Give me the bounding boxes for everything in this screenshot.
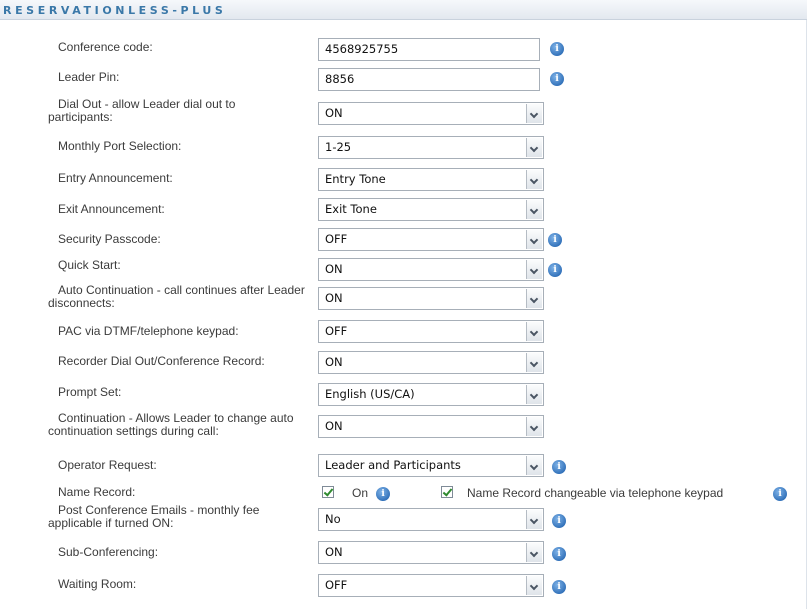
name-record-on-checkbox[interactable] <box>322 486 334 498</box>
entry-announcement-select[interactable]: Entry Tone <box>318 168 544 191</box>
post-conference-emails-label: Post Conference Emails - monthly fee app… <box>48 503 260 530</box>
exit-announcement-select[interactable]: Exit Tone <box>318 198 544 221</box>
name-record-keypad-checkbox[interactable] <box>441 486 453 498</box>
chevron-down-icon[interactable] <box>526 260 542 279</box>
prompt-set-select[interactable]: English (US/CA) <box>318 383 544 406</box>
info-icon[interactable]: i <box>550 72 564 86</box>
auto-continuation-select[interactable]: ON <box>318 287 544 310</box>
post-conference-emails-select[interactable]: No <box>318 508 544 531</box>
recorder-dial-out-select[interactable]: ON <box>318 351 544 374</box>
quick-start-label: Quick Start: <box>58 258 121 272</box>
quick-start-select[interactable]: ON <box>318 258 544 281</box>
name-record-keypad-label: Name Record changeable via telephone key… <box>467 486 724 500</box>
waiting-room-select[interactable]: OFF <box>318 574 544 597</box>
pac-dtmf-value: OFF <box>325 324 348 338</box>
entry-announcement-value: Entry Tone <box>325 172 386 186</box>
auto-continuation-label: Auto Continuation - call continues after… <box>48 283 305 310</box>
info-icon[interactable]: i <box>552 547 566 561</box>
chevron-down-icon[interactable] <box>526 543 542 562</box>
prompt-set-value: English (US/CA) <box>325 387 415 401</box>
sub-conferencing-select[interactable]: ON <box>318 541 544 564</box>
exit-announcement-value: Exit Tone <box>325 202 377 216</box>
security-passcode-value: OFF <box>325 232 348 246</box>
info-icon[interactable]: i <box>773 487 787 501</box>
name-record-label: Name Record: <box>58 485 136 499</box>
continuation-select[interactable]: ON <box>318 415 544 438</box>
section-header: RESERVATIONLESS-PLUS <box>0 0 807 20</box>
security-passcode-select[interactable]: OFF <box>318 228 544 251</box>
operator-request-label: Operator Request: <box>58 458 157 472</box>
continuation-value: ON <box>325 419 343 433</box>
leader-pin-label: Leader Pin: <box>58 70 120 84</box>
monthly-port-value: 1-25 <box>325 140 352 154</box>
conference-code-field[interactable]: 4568925755 <box>318 38 540 61</box>
name-record-on-label: On <box>352 486 369 500</box>
quick-start-value: ON <box>325 262 343 276</box>
chevron-down-icon[interactable] <box>526 510 542 529</box>
info-icon[interactable]: i <box>552 580 566 594</box>
sub-conferencing-value: ON <box>325 545 343 559</box>
chevron-down-icon[interactable] <box>526 200 542 219</box>
chevron-down-icon[interactable] <box>526 104 542 123</box>
waiting-room-value: OFF <box>325 578 348 592</box>
monthly-port-label: Monthly Port Selection: <box>58 139 182 153</box>
auto-continuation-value: ON <box>325 291 343 305</box>
info-icon[interactable]: i <box>376 487 390 501</box>
operator-request-select[interactable]: Leader and Participants <box>318 454 544 477</box>
leader-pin-field[interactable]: 8856 <box>318 68 540 91</box>
chevron-down-icon[interactable] <box>526 170 542 189</box>
chevron-down-icon[interactable] <box>526 322 542 341</box>
chevron-down-icon[interactable] <box>526 576 542 595</box>
chevron-down-icon[interactable] <box>526 230 542 249</box>
info-icon[interactable]: i <box>548 263 562 277</box>
chevron-down-icon[interactable] <box>526 289 542 308</box>
sub-conferencing-label: Sub-Conferencing: <box>58 545 159 559</box>
info-icon[interactable]: i <box>550 42 564 56</box>
monthly-port-select[interactable]: 1-25 <box>318 136 544 159</box>
info-icon[interactable]: i <box>552 460 566 474</box>
post-conference-emails-value: No <box>325 512 341 526</box>
chevron-down-icon[interactable] <box>526 417 542 436</box>
dial-out-select[interactable]: ON <box>318 102 544 125</box>
info-icon[interactable]: i <box>548 233 562 247</box>
conference-code-label: Conference code: <box>58 40 153 54</box>
form-panel: Conference code: 4568925755 i Leader Pin… <box>0 20 807 609</box>
pac-dtmf-label: PAC via DTMF/telephone keypad: <box>58 324 239 338</box>
recorder-dial-out-value: ON <box>325 355 343 369</box>
waiting-room-label: Waiting Room: <box>58 577 137 591</box>
security-passcode-label: Security Passcode: <box>58 232 161 246</box>
section-title: RESERVATIONLESS-PLUS <box>3 4 227 17</box>
chevron-down-icon[interactable] <box>526 353 542 372</box>
chevron-down-icon[interactable] <box>526 385 542 404</box>
prompt-set-label: Prompt Set: <box>58 385 122 399</box>
pac-dtmf-select[interactable]: OFF <box>318 320 544 343</box>
chevron-down-icon[interactable] <box>526 456 542 475</box>
chevron-down-icon[interactable] <box>526 138 542 157</box>
entry-announcement-label: Entry Announcement: <box>58 171 173 185</box>
continuation-label: Continuation - Allows Leader to change a… <box>48 411 294 438</box>
info-icon[interactable]: i <box>552 514 566 528</box>
operator-request-value: Leader and Participants <box>325 458 461 472</box>
dial-out-label: Dial Out - allow Leader dial out to part… <box>48 97 236 124</box>
exit-announcement-label: Exit Announcement: <box>58 202 165 216</box>
recorder-dial-out-label: Recorder Dial Out/Conference Record: <box>58 354 265 368</box>
dial-out-value: ON <box>325 106 343 120</box>
